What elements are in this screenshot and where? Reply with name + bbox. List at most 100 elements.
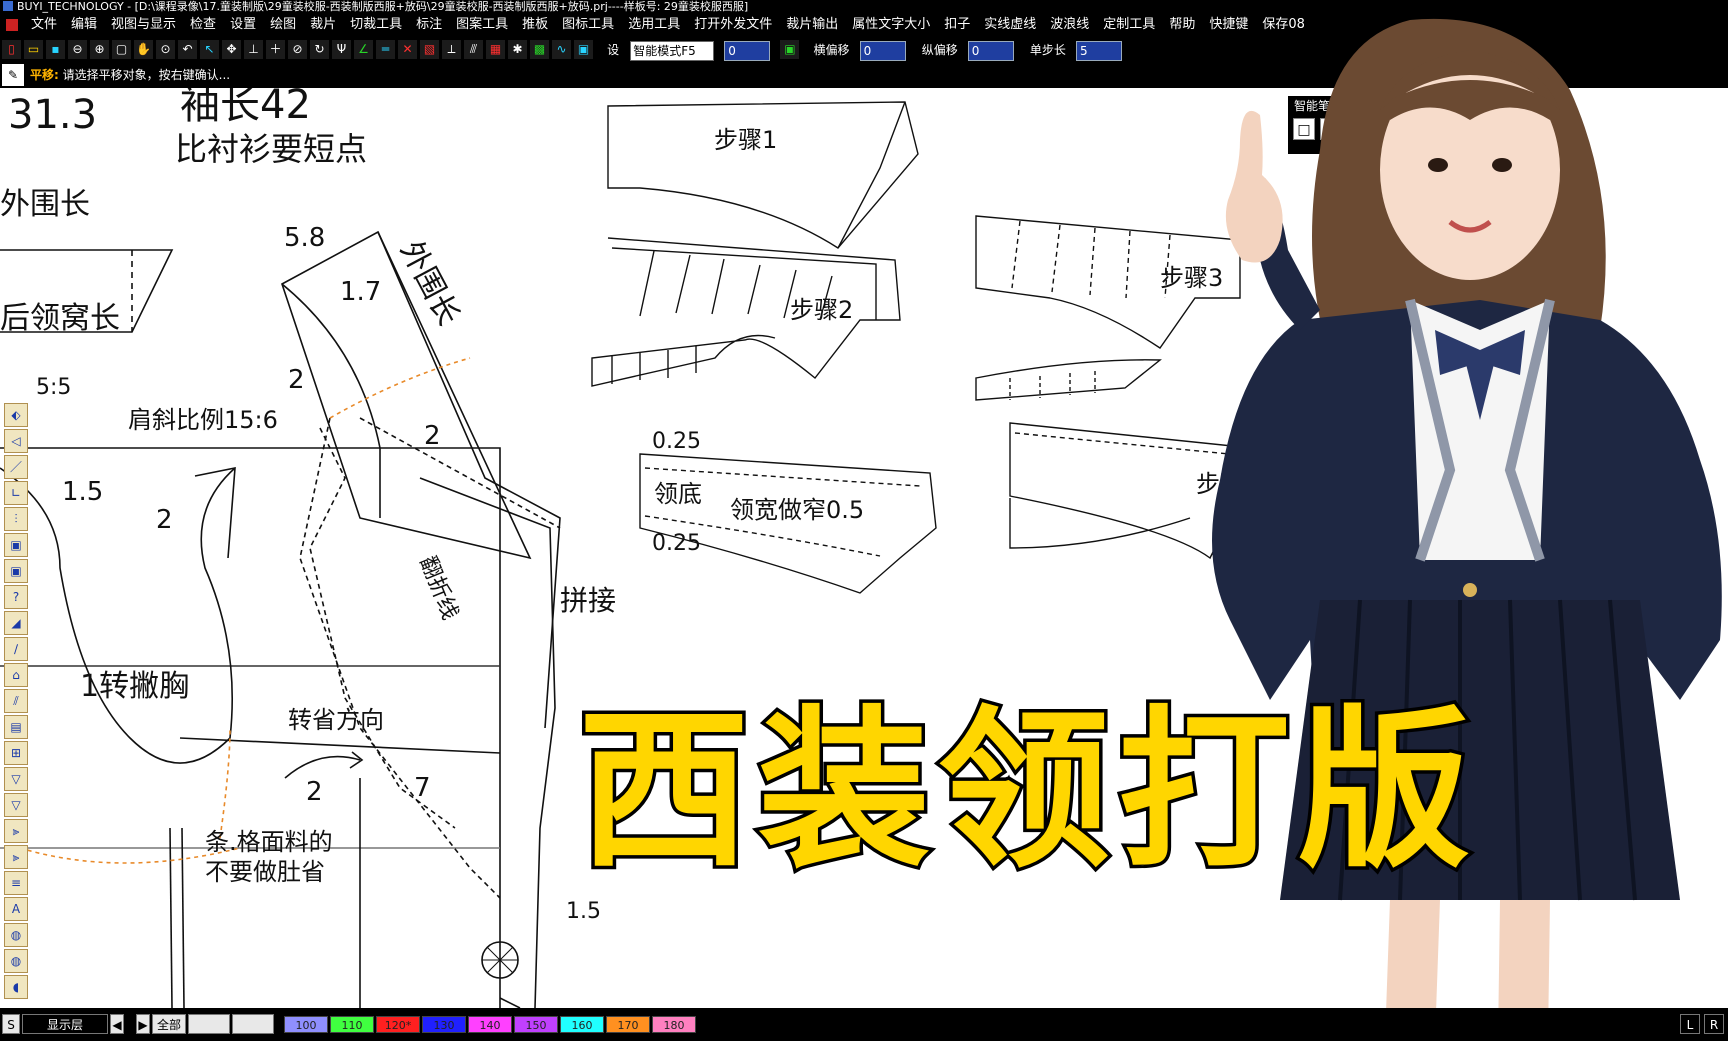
- menu-item-0[interactable]: 文件: [24, 13, 64, 37]
- menu-item-13[interactable]: 打开外发文件: [687, 13, 779, 37]
- menu-item-9[interactable]: 图案工具: [449, 13, 515, 37]
- all-layers-button[interactable]: 全部: [152, 1014, 186, 1034]
- app-menu-icon[interactable]: [6, 18, 18, 31]
- size-swatch-7[interactable]: 170: [606, 1016, 650, 1033]
- menu-item-18[interactable]: 波浪线: [1043, 13, 1096, 37]
- left-tool-12-icon[interactable]: ▤: [4, 715, 28, 739]
- open-folder-icon[interactable]: ▭: [24, 40, 43, 59]
- left-tool-14-icon[interactable]: ▽: [4, 767, 28, 791]
- menu-item-5[interactable]: 绘图: [263, 13, 303, 37]
- size-swatch-8[interactable]: 180: [652, 1016, 696, 1033]
- left-tool-19-icon[interactable]: A: [4, 897, 28, 921]
- size-swatch-5[interactable]: 150: [514, 1016, 558, 1033]
- size-swatch-1[interactable]: 110: [330, 1016, 374, 1033]
- zoom-out-icon[interactable]: ⊖: [68, 40, 87, 59]
- left-tool-4-icon[interactable]: ⫶: [4, 507, 28, 531]
- ratio-label: 5:5: [36, 375, 71, 400]
- menu-item-8[interactable]: 标注: [409, 13, 449, 37]
- measure-icon[interactable]: ⟂: [442, 40, 461, 59]
- left-tool-7-icon[interactable]: ?: [4, 585, 28, 609]
- menu-item-1[interactable]: 编辑: [64, 13, 104, 37]
- menu-item-3[interactable]: 检查: [183, 13, 223, 37]
- menu-item-4[interactable]: 设置: [223, 13, 263, 37]
- color-line-icon[interactable]: ✕: [398, 40, 417, 59]
- cross-icon[interactable]: ＋: [266, 40, 285, 59]
- settings-label[interactable]: 设: [607, 37, 619, 63]
- notch-icon[interactable]: ⫻: [464, 40, 483, 59]
- step-length-label: 单步长: [1029, 43, 1066, 57]
- smart-pen-icon[interactable]: ✎: [2, 64, 24, 86]
- pan-hand-icon[interactable]: ✋: [134, 40, 153, 59]
- mode-select[interactable]: 智能模式F5: [630, 41, 715, 61]
- left-tool-20-icon[interactable]: ◍: [4, 923, 28, 947]
- menu-item-2[interactable]: 视图与显示: [104, 13, 183, 37]
- left-tool-11-icon[interactable]: ⫽: [4, 689, 28, 713]
- left-number-label: 31.3: [8, 92, 97, 138]
- menu-item-11[interactable]: 图标工具: [555, 13, 621, 37]
- left-tool-13-icon[interactable]: ⊞: [4, 741, 28, 765]
- left-tool-8-icon[interactable]: ◢: [4, 611, 28, 635]
- menu-item-19[interactable]: 定制工具: [1096, 13, 1162, 37]
- menu-item-6[interactable]: 裁片: [303, 13, 343, 37]
- left-tool-22-icon[interactable]: ◖: [4, 975, 28, 999]
- left-tool-5-icon[interactable]: ▣: [4, 533, 28, 557]
- size-swatch-6[interactable]: 160: [560, 1016, 604, 1033]
- collar-width-note: 领宽做窄0.5: [730, 496, 864, 524]
- menu-item-12[interactable]: 选用工具: [621, 13, 687, 37]
- zoom-region-icon[interactable]: ⊙: [156, 40, 175, 59]
- rotate-icon[interactable]: ↻: [310, 40, 329, 59]
- undo-icon[interactable]: ↶: [178, 40, 197, 59]
- left-tool-21-icon[interactable]: ◍: [4, 949, 28, 973]
- frame-icon[interactable]: ▣: [574, 40, 593, 59]
- left-tool-6-icon[interactable]: ▣: [4, 559, 28, 583]
- vertical-offset-field[interactable]: 0: [967, 41, 1014, 61]
- size-swatch-2[interactable]: 120*: [376, 1016, 420, 1033]
- menu-item-17[interactable]: 实线虚线: [977, 13, 1043, 37]
- menu-item-16[interactable]: 扣子: [937, 13, 977, 37]
- value-field[interactable]: 0: [724, 41, 771, 61]
- left-tool-18-icon[interactable]: ≡: [4, 871, 28, 895]
- left-tool-9-icon[interactable]: ∕: [4, 637, 28, 661]
- s-button[interactable]: S: [2, 1014, 20, 1034]
- snap-icon[interactable]: ⊘: [288, 40, 307, 59]
- left-tool-2-icon[interactable]: ／: [4, 455, 28, 479]
- select-arrow-icon[interactable]: ↖: [200, 40, 219, 59]
- r-label[interactable]: R: [1704, 1014, 1724, 1034]
- image-icon[interactable]: ▩: [530, 40, 549, 59]
- new-file-icon[interactable]: ▯: [2, 40, 21, 59]
- palette-icon[interactable]: ▦: [486, 40, 505, 59]
- hatch-icon[interactable]: ▧: [420, 40, 439, 59]
- align-icon[interactable]: ⊥: [244, 40, 263, 59]
- move-icon[interactable]: ✥: [222, 40, 241, 59]
- size-swatch-0[interactable]: 100: [284, 1016, 328, 1033]
- left-tool-17-icon[interactable]: ⫸: [4, 845, 28, 869]
- zoom-in-icon[interactable]: ⊕: [90, 40, 109, 59]
- size-swatch-3[interactable]: 130: [422, 1016, 466, 1033]
- layer-next-button[interactable]: ▶: [136, 1014, 150, 1034]
- parallel-icon[interactable]: ═: [376, 40, 395, 59]
- left-tool-1-icon[interactable]: ◁: [4, 429, 28, 453]
- mirror-icon[interactable]: Ψ: [332, 40, 351, 59]
- left-tool-0-icon[interactable]: ⬖: [4, 403, 28, 427]
- left-tool-10-icon[interactable]: ⌂: [4, 663, 28, 687]
- horizontal-offset-field[interactable]: 0: [859, 41, 906, 61]
- window-icon[interactable]: ▢: [112, 40, 131, 59]
- menu-item-14[interactable]: 裁片输出: [779, 13, 845, 37]
- size-swatch-4[interactable]: 140: [468, 1016, 512, 1033]
- layer-prev-button[interactable]: ◀: [110, 1014, 124, 1034]
- angle-icon[interactable]: ∠: [354, 40, 373, 59]
- step-length-field[interactable]: 5: [1076, 41, 1122, 61]
- dim-2-b: 2: [424, 421, 441, 451]
- point-icon[interactable]: ✱: [508, 40, 527, 59]
- fabric-note-line2: 不要做肚省: [205, 858, 325, 886]
- curve-icon[interactable]: ∿: [552, 40, 571, 59]
- left-tool-16-icon[interactable]: ⫸: [4, 819, 28, 843]
- menu-item-7[interactable]: 切裁工具: [343, 13, 409, 37]
- left-tool-15-icon[interactable]: ▽: [4, 793, 28, 817]
- menu-item-10[interactable]: 推板: [515, 13, 555, 37]
- left-tool-3-icon[interactable]: ∟: [4, 481, 28, 505]
- menu-item-15[interactable]: 属性文字大小: [845, 13, 937, 37]
- l-label[interactable]: L: [1680, 1014, 1700, 1034]
- snap-toggle-icon[interactable]: ▣: [780, 40, 800, 59]
- save-icon[interactable]: ▪: [46, 40, 65, 59]
